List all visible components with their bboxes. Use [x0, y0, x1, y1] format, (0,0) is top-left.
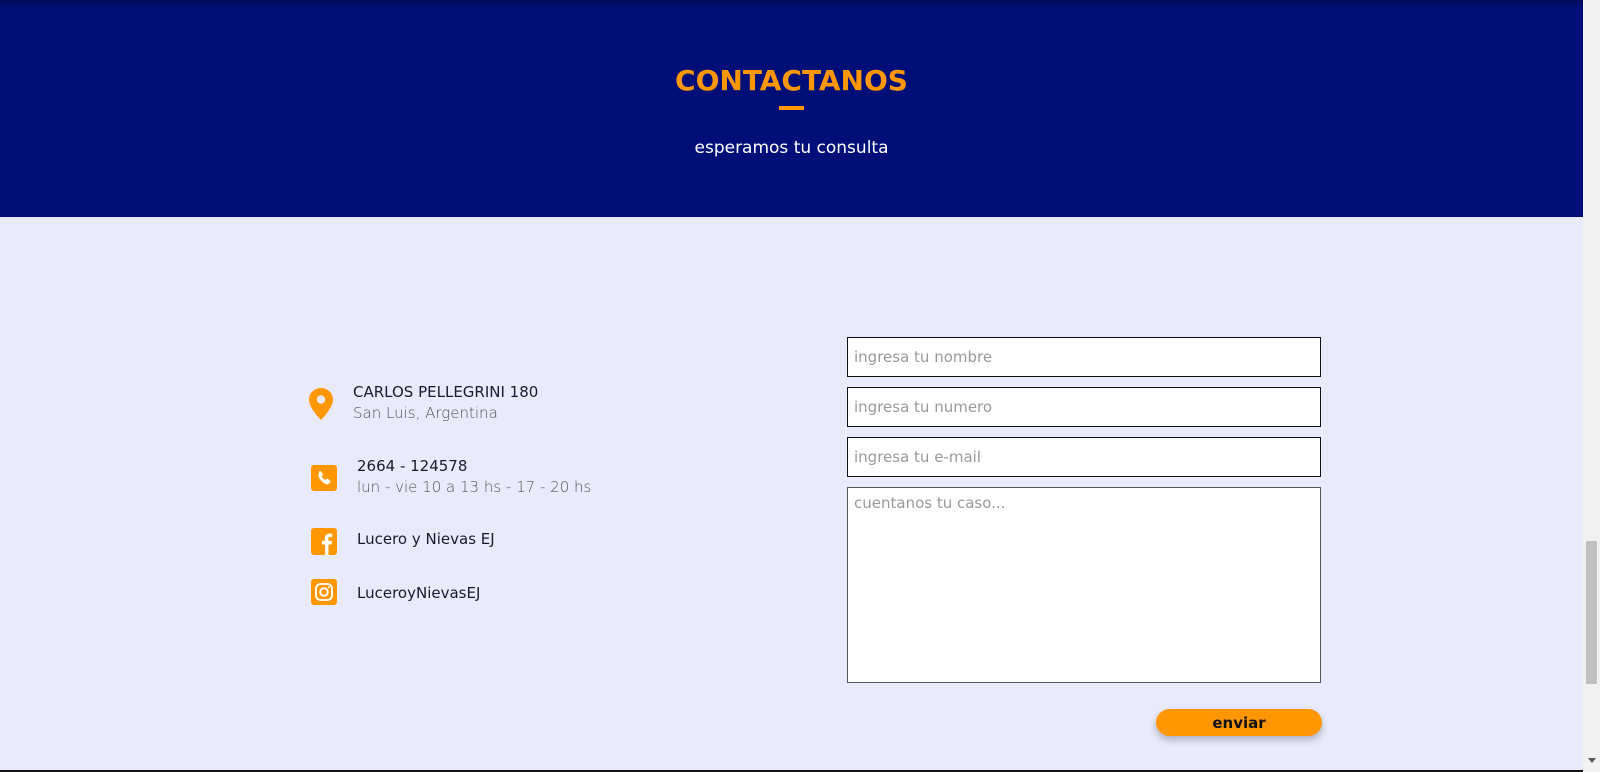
address-city: San Luis, Argentina: [353, 404, 498, 422]
instagram-link[interactable]: LuceroyNievasEJ: [357, 584, 480, 602]
scrollbar-thumb[interactable]: [1586, 541, 1597, 684]
header-shadow: [0, 0, 1583, 8]
facebook-icon[interactable]: [311, 528, 337, 555]
scroll-down-arrow-icon[interactable]: [1588, 758, 1596, 763]
phone-input[interactable]: [847, 387, 1321, 427]
phone-icon: [311, 465, 337, 491]
title-underline: [779, 106, 804, 110]
name-input[interactable]: [847, 337, 1321, 377]
send-button[interactable]: enviar: [1156, 709, 1322, 736]
location-pin-icon: [309, 388, 333, 420]
contact-hero: CONTACTANOS esperamos tu consulta: [0, 0, 1583, 217]
email-input[interactable]: [847, 437, 1321, 477]
address-street: CARLOS PELLEGRINI 180: [353, 383, 539, 401]
message-textarea[interactable]: [847, 487, 1321, 683]
page-title: CONTACTANOS: [675, 64, 908, 97]
office-hours: lun - vie 10 a 13 hs - 17 - 20 hs: [357, 478, 592, 496]
phone-number: 2664 - 124578: [357, 457, 468, 475]
page-subtitle: esperamos tu consulta: [694, 138, 889, 158]
instagram-icon[interactable]: [311, 579, 337, 605]
facebook-link[interactable]: Lucero y Nievas EJ: [357, 530, 495, 548]
